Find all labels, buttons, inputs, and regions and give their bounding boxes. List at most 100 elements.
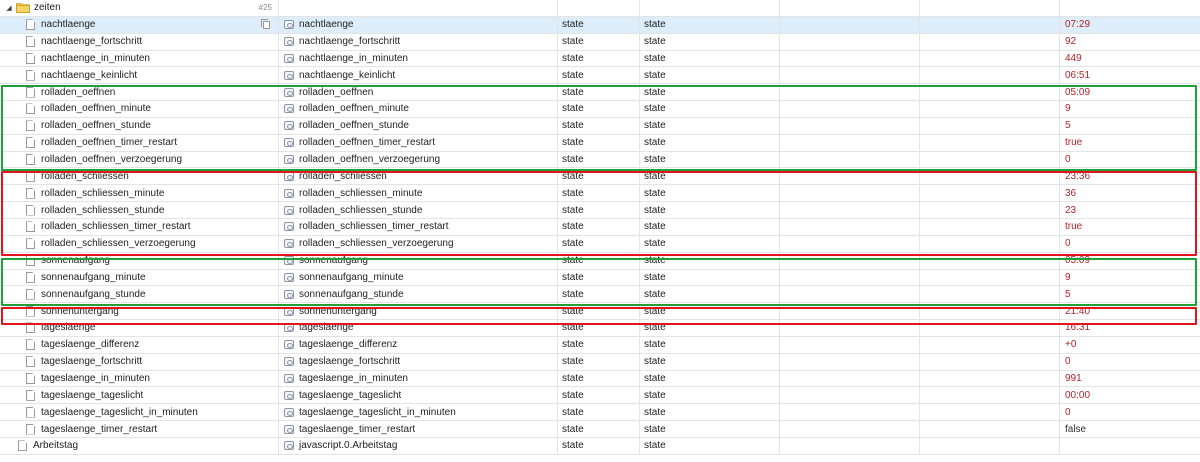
value-cell[interactable]: +0 [1060,337,1200,353]
table-row[interactable]: sonnenaufgang_stunde sonnenaufgang_stunde… [0,286,1200,304]
role-text: state [562,288,584,300]
type-cell: state [640,84,780,101]
value-cell[interactable]: true [1060,219,1200,235]
value-cell[interactable]: 05:09 [1060,84,1200,100]
type-cell: state [640,421,780,437]
table-row[interactable]: rolladen_schliessen rolladen_schliessen st… [0,168,1200,186]
value-cell[interactable]: 23:36 [1060,168,1200,184]
value-cell[interactable]: 23 [1060,202,1200,218]
value-cell[interactable]: 9 [1060,101,1200,117]
table-row[interactable]: rolladen_oeffnen_verzoegerung rolladen_oe… [0,151,1200,169]
table-row[interactable]: rolladen_oeffnen_minute rolladen_oeffnen_… [0,101,1200,118]
table-row[interactable]: sonnenaufgang_minute sonnenaufgang_minute… [0,269,1200,287]
column-cell [780,168,920,185]
value-cell[interactable]: 991 [1060,371,1200,387]
state-icon [284,37,294,47]
column-cell [780,303,920,320]
role-text: state [562,86,584,98]
document-icon [26,154,35,166]
name-cell: nachtlaenge_in_minuten [0,50,279,67]
table-row[interactable]: rolladen_oeffnen_timer_restart rolladen_o… [0,134,1200,152]
type-text: state [644,19,666,31]
value-cell[interactable]: 0 [1060,354,1200,370]
role-text: state [562,305,584,317]
value-cell[interactable]: 0 [1060,152,1200,168]
value-cell[interactable]: 06:51 [1060,67,1200,83]
value-cell[interactable]: 36 [1060,185,1200,201]
table-row[interactable]: rolladen_oeffnen rolladen_oeffnen state sta… [0,84,1200,102]
value-cell[interactable]: 5 [1060,286,1200,302]
collapse-arrow-icon[interactable]: ◢ [4,3,14,13]
table-row[interactable]: sonnenaufgang sonnenaufgang state state 05:0… [0,252,1200,270]
value-cell[interactable]: 0 [1060,236,1200,252]
state-icon [284,87,294,97]
type-cell: state [640,202,780,218]
column-cell [920,0,1060,16]
table-row[interactable]: nachtlaenge nachtlaenge state state 07:29 [0,16,1200,34]
table-row[interactable]: rolladen_schliessen_timer_restart rollade… [0,218,1200,236]
state-icon [284,70,294,80]
state-icon [284,53,294,63]
table-row[interactable]: nachtlaenge_in_minuten nachtlaenge_in_min… [0,50,1200,68]
role-cell: state [558,336,640,353]
table-row[interactable]: rolladen_schliessen_minute rolladen_schli… [0,185,1200,203]
table-row[interactable]: sonnenuntergang sonnenuntergang state state… [0,303,1200,321]
role-text: state [562,187,584,199]
value-cell[interactable]: 00:00 [1060,387,1200,403]
role-cell: state [558,353,640,370]
role-text: state [562,271,584,283]
copy-icon[interactable] [261,18,270,29]
object-id: nachtlaenge_keinlicht [299,69,396,81]
value-cell[interactable]: 07:29 [1060,17,1200,33]
type-text: state [644,423,666,435]
value-cell[interactable] [1060,438,1200,454]
table-row[interactable]: rolladen_oeffnen_stunde rolladen_oeffnen_… [0,117,1200,135]
type-cell: state [640,269,780,286]
object-name: nachtlaenge [41,19,96,31]
role-cell: state [558,218,640,235]
table-row[interactable]: tageslaenge_tageslicht tageslaenge_tagesl… [0,387,1200,405]
column-cell [780,101,920,117]
value-cell[interactable]: 5 [1060,118,1200,134]
table-row[interactable]: rolladen_schliessen_verzoegerung rolladen… [0,235,1200,253]
object-id: tageslaenge_differenz [299,339,398,351]
type-cell: state [640,185,780,202]
object-name: tageslaenge_fortschritt [41,356,143,368]
state-icon [284,272,294,282]
object-id: tageslaenge_fortschritt [299,356,401,368]
folder-row-zeiten[interactable]: ◢ zeiten #25 [0,0,1200,17]
table-row[interactable]: tageslaenge_in_minuten tageslaenge_in_min… [0,370,1200,388]
type-cell: state [640,33,780,50]
value-cell[interactable]: 92 [1060,34,1200,50]
value-cell[interactable]: 21:40 [1060,303,1200,319]
table-row[interactable]: tageslaenge tageslaenge state state 16:31 [0,320,1200,337]
column-cell [920,404,1060,421]
column-cell [780,370,920,387]
document-icon [26,69,35,81]
column-cell [920,67,1060,84]
value-cell[interactable]: 16:31 [1060,320,1200,336]
column-cell [920,84,1060,101]
table-row[interactable]: tageslaenge_fortschritt tageslaenge_forts… [0,353,1200,371]
value-cell[interactable]: 0 [1060,404,1200,420]
role-text: state [562,322,584,334]
table-row[interactable]: Arbeitstag javascript.0.Arbeitstag state st… [0,437,1200,455]
table-row[interactable]: rolladen_schliessen_stunde rolladen_schli… [0,202,1200,219]
value-cell[interactable]: false [1060,421,1200,437]
name-cell: rolladen_schliessen_minute [0,185,279,202]
role-text: state [562,406,584,418]
table-row[interactable]: nachtlaenge_keinlicht nachtlaenge_keinlic… [0,67,1200,85]
table-row[interactable]: tageslaenge_tageslicht_in_minuten tagesla… [0,404,1200,422]
table-row[interactable]: nachtlaenge_fortschritt nachtlaenge_forts… [0,33,1200,51]
object-id: tageslaenge_timer_restart [299,423,416,435]
value-cell[interactable]: 449 [1060,51,1200,67]
value-cell[interactable]: 9 [1060,270,1200,286]
value-cell[interactable]: 05:09 [1060,253,1200,269]
column-cell [920,185,1060,202]
object-name: tageslaenge_tageslicht_in_minuten [41,406,198,418]
table-row[interactable]: tageslaenge_differenz tageslaenge_differe… [0,336,1200,354]
value-cell[interactable]: true [1060,135,1200,151]
table-row[interactable]: tageslaenge_timer_restart tageslaenge_tim… [0,421,1200,438]
document-icon [26,137,35,149]
role-cell: state [558,151,640,168]
